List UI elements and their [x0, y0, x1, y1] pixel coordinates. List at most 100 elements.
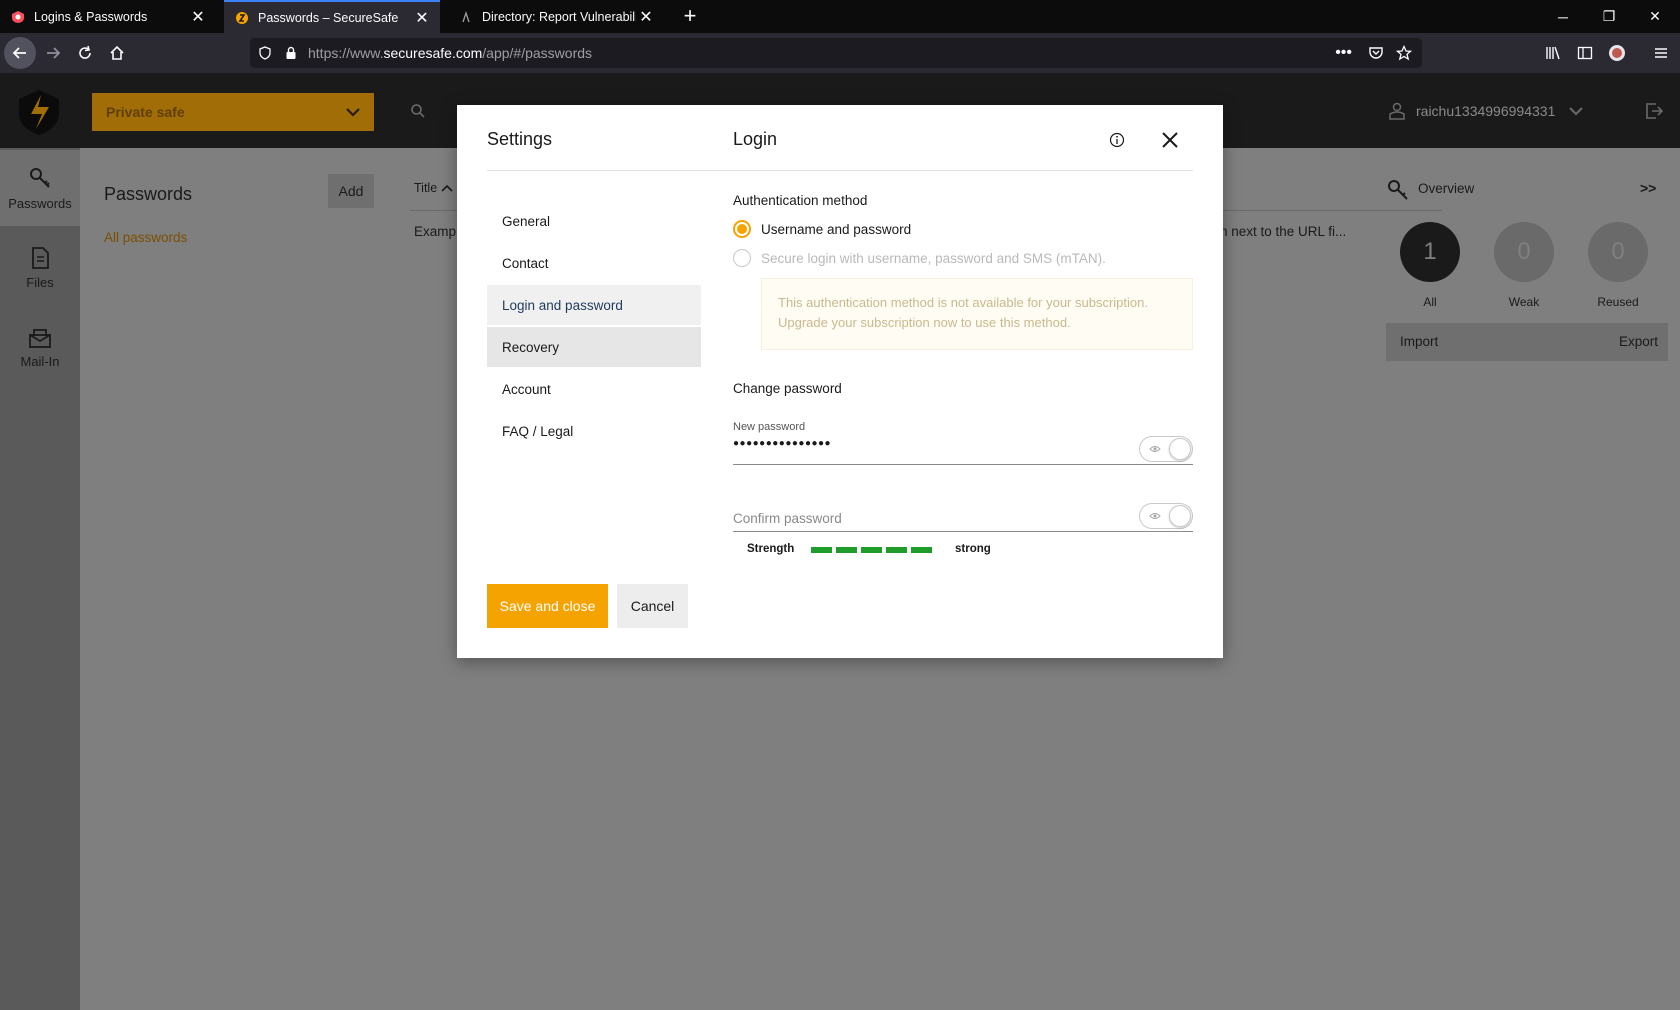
filter-all-passwords[interactable]: All passwords — [104, 230, 187, 245]
shield-icon[interactable] — [258, 46, 272, 60]
auth-option-password-label: Username and password — [761, 221, 912, 237]
export-button[interactable]: Export — [1619, 334, 1658, 349]
settings-menu-login-and-password[interactable]: Login and password — [487, 285, 701, 325]
bookmark-star-icon[interactable] — [1396, 45, 1412, 61]
back-button[interactable] — [4, 37, 36, 69]
file-icon — [32, 246, 49, 269]
strength-segment — [811, 547, 832, 553]
tab-securesafe[interactable]: Passwords – SecureSafe ✕ — [224, 0, 440, 33]
auth-option-mtan: Secure login with username, password and… — [733, 249, 1106, 267]
header-divider — [487, 170, 1193, 171]
reload-button[interactable] — [70, 39, 100, 67]
strength-value: strong — [955, 543, 991, 555]
forward-button[interactable] — [38, 39, 68, 67]
settings-menu-contact[interactable]: Contact — [487, 243, 701, 283]
expand-overview-button[interactable]: >> — [1640, 180, 1656, 196]
settings-menu-faq-legal[interactable]: FAQ / Legal — [487, 411, 701, 451]
address-bar[interactable]: https://www.securesafe.com/app/#/passwor… — [250, 38, 1422, 68]
cancel-button[interactable]: Cancel — [617, 584, 688, 628]
stat-reused-label: Reused — [1597, 295, 1639, 309]
account-avatar-icon — [1609, 45, 1625, 61]
strength-segment — [886, 547, 907, 553]
row-title-fragment: Examp — [414, 224, 457, 239]
close-window-icon[interactable]: ✕ — [1632, 0, 1678, 33]
import-export-bar: Import Export — [1386, 323, 1668, 361]
library-button[interactable] — [1538, 39, 1568, 67]
close-icon[interactable] — [1161, 131, 1179, 149]
login-section-title: Login — [733, 129, 778, 149]
sidebar-item-passwords[interactable]: Passwords — [0, 150, 80, 226]
lockwise-icon — [10, 9, 26, 25]
confirm-password-input[interactable]: Confirm password — [733, 511, 842, 526]
logout-icon[interactable] — [1644, 101, 1664, 121]
page-actions-icon[interactable]: ••• — [1335, 44, 1352, 62]
auth-option-mtan-label: Secure login with username, password and… — [761, 250, 1106, 266]
safe-selector-label: Private safe — [106, 104, 185, 120]
eye-icon — [1149, 446, 1161, 452]
tab-directory[interactable]: Directory: Report Vulnerabilities ✕ — [448, 0, 664, 33]
sidebar-item-files[interactable]: Files — [0, 230, 80, 306]
minimize-icon[interactable]: ─ — [1540, 0, 1586, 33]
stat-all-label: All — [1423, 295, 1437, 309]
pocket-icon[interactable] — [1368, 45, 1384, 61]
close-tab-icon[interactable]: ✕ — [636, 7, 656, 27]
passwords-heading: Passwords — [104, 184, 193, 204]
new-password-label: New password — [733, 421, 806, 433]
url-text: https://www.securesafe.com/app/#/passwor… — [308, 45, 593, 61]
search-icon[interactable] — [410, 103, 426, 119]
settings-menu-general[interactable]: General — [487, 201, 701, 241]
radio-selected-icon[interactable] — [733, 220, 751, 238]
sidebar-item-mail-in[interactable]: Mail-In — [0, 310, 80, 386]
settings-menu-recovery[interactable]: Recovery — [487, 327, 701, 367]
securesafe-favicon-icon — [234, 10, 250, 26]
new-password-input[interactable]: ●●●●●●●●●●●●●●● — [733, 438, 831, 449]
new-password-underline — [733, 464, 1193, 465]
close-tab-icon[interactable]: ✕ — [412, 8, 432, 28]
sidebar-item-label: Mail-In — [20, 353, 60, 369]
tab-bar: Logins & Passwords ✕ Passwords – SecureS… — [0, 0, 1680, 33]
auth-method-heading: Authentication method — [733, 193, 868, 208]
auth-option-password[interactable]: Username and password — [733, 220, 911, 238]
key-icon — [30, 167, 50, 188]
toggle-knob — [1169, 505, 1191, 527]
tab-title: Passwords – SecureSafe — [258, 10, 399, 25]
sidebar-icon — [1577, 46, 1593, 60]
app-menu-button[interactable] — [1646, 39, 1676, 67]
arrow-left-icon — [12, 47, 26, 59]
add-password-button[interactable]: Add — [328, 174, 374, 208]
save-and-close-button[interactable]: Save and close — [487, 584, 608, 628]
sidebar-item-label: Passwords — [8, 195, 72, 211]
mail-icon — [29, 328, 51, 348]
close-tab-icon[interactable]: ✕ — [188, 7, 208, 27]
tab-logins-passwords[interactable]: Logins & Passwords ✕ — [0, 0, 216, 33]
reload-icon — [79, 45, 91, 59]
sidebar-item-label: Files — [26, 274, 54, 290]
settings-title: Settings — [487, 129, 553, 149]
safe-selector[interactable]: Private safe — [92, 93, 374, 131]
info-icon[interactable] — [1109, 132, 1125, 148]
new-tab-button[interactable]: + — [678, 4, 702, 28]
strength-segment — [836, 547, 857, 553]
chevron-down-icon — [1569, 107, 1584, 116]
settings-dialog: Settings Login General Contact Login and… — [457, 105, 1223, 658]
confirm-password-underline — [733, 531, 1193, 532]
sidebar-toggle-button[interactable] — [1570, 39, 1600, 67]
directory-favicon-icon — [458, 9, 474, 25]
import-button[interactable]: Import — [1400, 334, 1438, 349]
library-icon — [1546, 46, 1560, 60]
lock-icon[interactable] — [284, 46, 298, 60]
home-button[interactable] — [102, 39, 132, 67]
settings-menu-account[interactable]: Account — [487, 369, 701, 409]
sort-ascending-icon — [441, 184, 453, 192]
key-icon — [1388, 180, 1408, 200]
column-header-title[interactable]: Title — [414, 181, 453, 195]
show-confirm-password-toggle[interactable] — [1139, 503, 1193, 529]
user-menu[interactable]: raichu1334996994331 — [1388, 99, 1584, 123]
account-button[interactable] — [1602, 39, 1632, 67]
column-title-label: Title — [414, 181, 438, 195]
navigation-toolbar: https://www.securesafe.com/app/#/passwor… — [0, 33, 1680, 73]
show-new-password-toggle[interactable] — [1139, 436, 1193, 462]
restore-icon[interactable]: ❐ — [1586, 0, 1632, 33]
stat-all-count: 1 — [1400, 222, 1460, 282]
securesafe-logo-icon — [19, 90, 59, 135]
